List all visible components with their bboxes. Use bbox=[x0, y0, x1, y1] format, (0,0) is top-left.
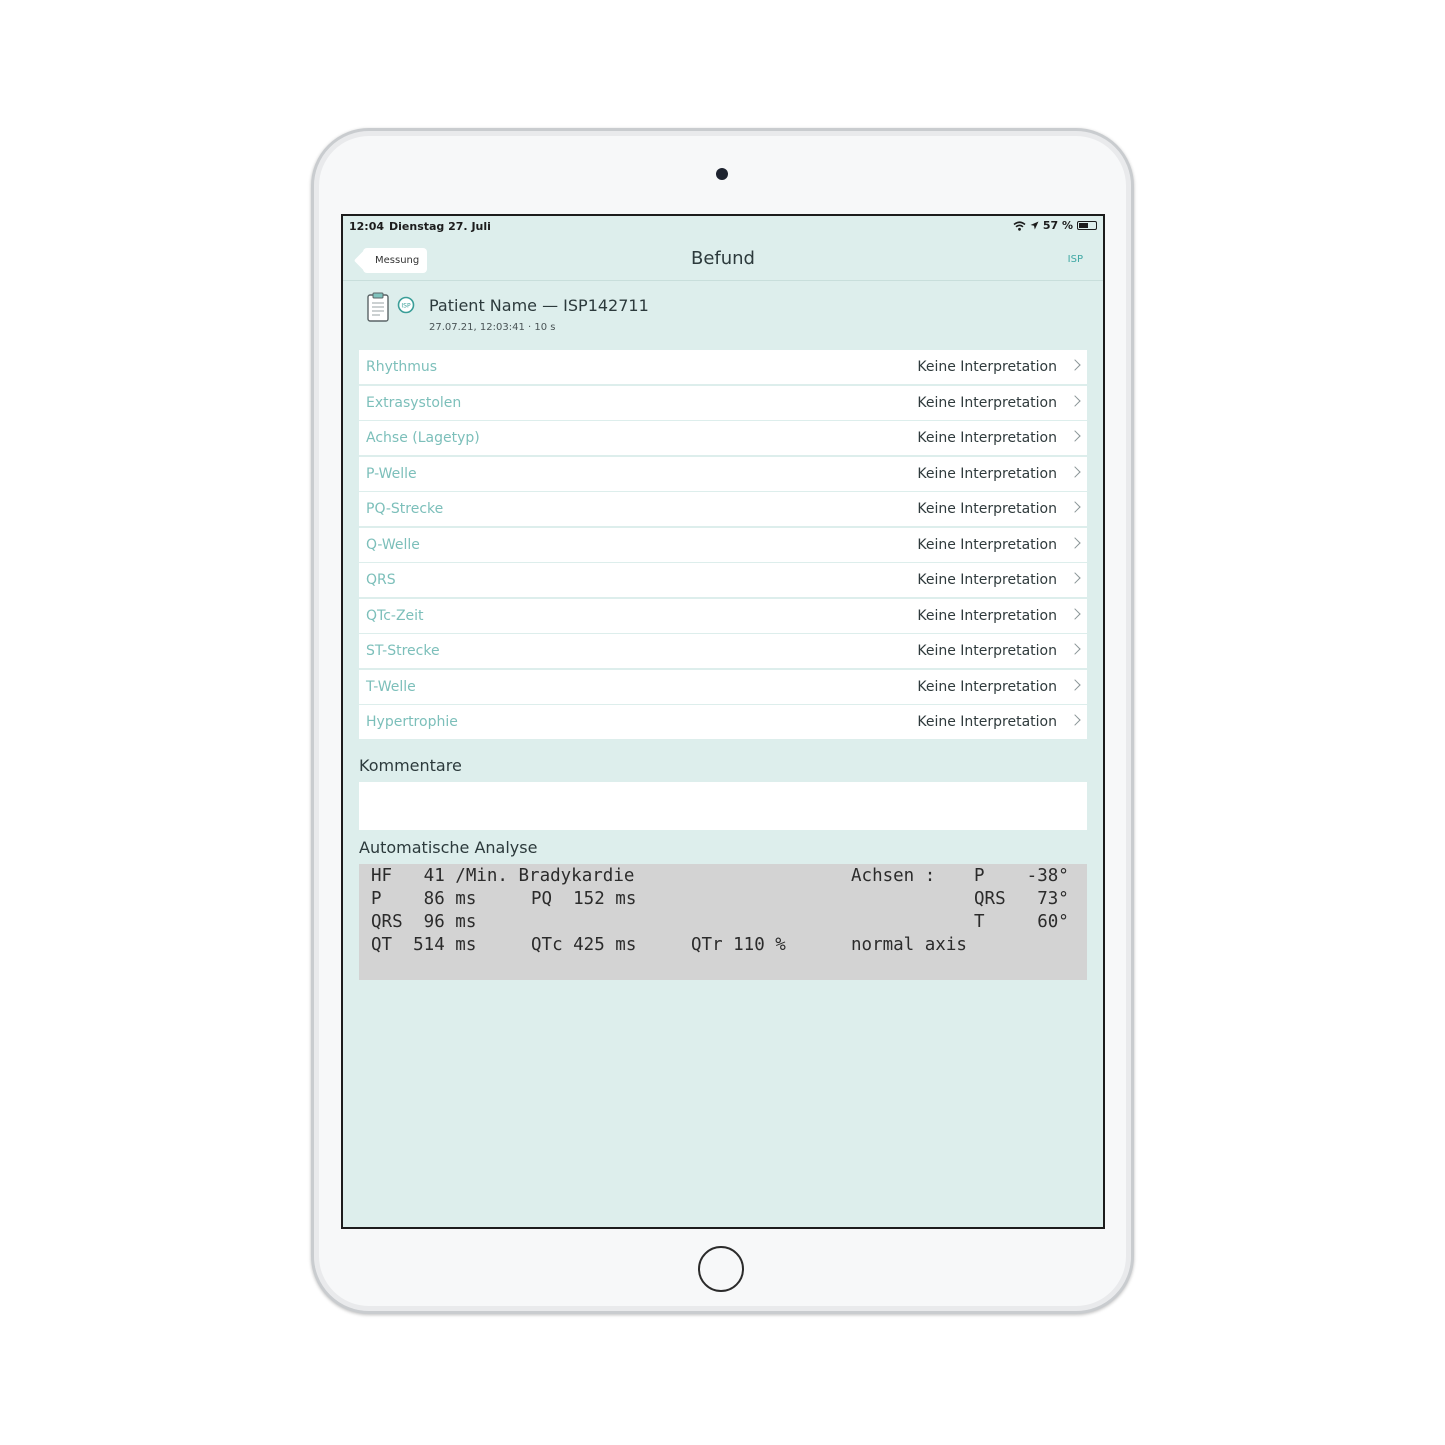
isp-logo-icon: ISP bbox=[397, 296, 415, 314]
analysis-axis-text: normal axis bbox=[851, 935, 967, 955]
finding-value: Keine Interpretation bbox=[917, 394, 1057, 411]
analysis-title: Automatische Analyse bbox=[359, 838, 538, 857]
finding-label: Rhythmus bbox=[366, 359, 438, 375]
analysis-axes-label: Achsen : bbox=[851, 866, 936, 886]
finding-value: Keine Interpretation bbox=[917, 714, 1057, 730]
finding-label: T-Welle bbox=[366, 678, 416, 695]
finding-row-extrasystolen[interactable]: Extrasystolen Keine Interpretation bbox=[359, 385, 1087, 420]
analysis-qtr: QTr 110 % bbox=[691, 935, 786, 955]
finding-value: Keine Interpretation bbox=[917, 643, 1057, 659]
finding-row-qrs[interactable]: QRS Keine Interpretation bbox=[359, 563, 1087, 597]
finding-row-qtc-zeit[interactable]: QTc-Zeit Keine Interpretation bbox=[359, 598, 1087, 633]
status-bar: 12:04 Dienstag 27. Juli 57 % bbox=[343, 216, 1103, 236]
camera-icon bbox=[716, 168, 728, 180]
finding-label: ST-Strecke bbox=[366, 643, 440, 659]
chevron-right-icon bbox=[1069, 394, 1081, 407]
finding-label: QTc-Zeit bbox=[366, 607, 424, 624]
analysis-axis-t: T 60° bbox=[974, 912, 1069, 932]
patient-header: ISP Patient Name — ISP142711 27.07.21, 1… bbox=[359, 290, 1087, 340]
finding-row-pq-strecke[interactable]: PQ-Strecke Keine Interpretation bbox=[359, 492, 1087, 526]
finding-row-st-strecke[interactable]: ST-Strecke Keine Interpretation bbox=[359, 634, 1087, 668]
chevron-right-icon bbox=[1069, 430, 1081, 442]
finding-row-p-welle[interactable]: P-Welle Keine Interpretation bbox=[359, 456, 1087, 491]
status-time: 12:04 bbox=[349, 220, 385, 233]
finding-value: Keine Interpretation bbox=[917, 678, 1057, 695]
analysis-qt: QT 514 ms bbox=[371, 935, 477, 955]
analysis-qtc: QTc 425 ms bbox=[531, 935, 637, 955]
finding-row-hypertrophie[interactable]: Hypertrophie Keine Interpretation bbox=[359, 705, 1087, 739]
chevron-right-icon bbox=[1069, 678, 1081, 691]
chevron-right-icon bbox=[1069, 643, 1081, 655]
isp-logo-text: ISP bbox=[401, 303, 411, 310]
battery-icon bbox=[1077, 221, 1097, 230]
finding-value: Keine Interpretation bbox=[917, 430, 1057, 446]
finding-value: Keine Interpretation bbox=[917, 359, 1057, 375]
chevron-right-icon bbox=[1069, 607, 1081, 620]
location-arrow-icon bbox=[1030, 221, 1039, 230]
finding-label: Hypertrophie bbox=[366, 714, 458, 730]
finding-label: Q-Welle bbox=[366, 536, 420, 553]
patient-meta: 27.07.21, 12:03:41 · 10 s bbox=[429, 322, 556, 333]
comments-input[interactable] bbox=[359, 782, 1087, 830]
chevron-right-icon bbox=[1069, 359, 1081, 371]
finding-row-rhythmus[interactable]: Rhythmus Keine Interpretation bbox=[359, 350, 1087, 384]
navigation-bar: Messung Befund ISP bbox=[343, 240, 1103, 281]
finding-label: QRS bbox=[366, 572, 396, 588]
finding-row-q-welle[interactable]: Q-Welle Keine Interpretation bbox=[359, 527, 1087, 562]
finding-value: Keine Interpretation bbox=[917, 536, 1057, 553]
status-indicators: 57 % bbox=[1013, 219, 1097, 232]
finding-row-t-welle[interactable]: T-Welle Keine Interpretation bbox=[359, 669, 1087, 704]
page-title: Befund bbox=[690, 248, 755, 269]
chevron-right-icon bbox=[1069, 572, 1081, 584]
chevron-right-icon bbox=[1069, 714, 1081, 726]
comments-title: Kommentare bbox=[359, 756, 462, 775]
analysis-pq: PQ 152 ms bbox=[531, 889, 637, 909]
status-date: Dienstag 27. Juli bbox=[389, 220, 491, 233]
finding-label: Extrasystolen bbox=[366, 394, 462, 411]
wifi-icon bbox=[1013, 220, 1026, 231]
chevron-right-icon bbox=[1069, 501, 1081, 513]
analysis-hf: HF 41 /Min. Bradykardie bbox=[371, 866, 635, 886]
battery-percent: 57 % bbox=[1042, 219, 1073, 232]
finding-value: Keine Interpretation bbox=[917, 501, 1057, 517]
analysis-qrs: QRS 96 ms bbox=[371, 912, 477, 932]
analysis-axis-p: P -38° bbox=[974, 866, 1069, 886]
finding-value: Keine Interpretation bbox=[917, 465, 1057, 482]
isp-button[interactable]: ISP bbox=[1068, 254, 1083, 265]
analysis-axis-qrs: QRS 73° bbox=[974, 889, 1069, 909]
patient-name: Patient Name — ISP142711 bbox=[429, 296, 649, 315]
finding-label: P-Welle bbox=[366, 465, 417, 482]
chevron-right-icon bbox=[1069, 536, 1081, 549]
finding-label: Achse (Lagetyp) bbox=[366, 430, 480, 446]
home-button[interactable] bbox=[698, 1246, 744, 1292]
finding-row-achse[interactable]: Achse (Lagetyp) Keine Interpretation bbox=[359, 421, 1087, 455]
analysis-p: P 86 ms bbox=[371, 889, 477, 909]
finding-label: PQ-Strecke bbox=[366, 501, 444, 517]
screen: 12:04 Dienstag 27. Juli 57 % Messung Bef… bbox=[341, 214, 1105, 1229]
finding-value: Keine Interpretation bbox=[917, 572, 1057, 588]
findings-list: Rhythmus Keine Interpretation Extrasysto… bbox=[359, 350, 1087, 741]
chevron-right-icon bbox=[1069, 465, 1081, 478]
analysis-panel: HF 41 /Min. Bradykardie Achsen : P -38° … bbox=[359, 864, 1087, 980]
finding-value: Keine Interpretation bbox=[917, 607, 1057, 624]
clipboard-icon bbox=[367, 292, 389, 322]
